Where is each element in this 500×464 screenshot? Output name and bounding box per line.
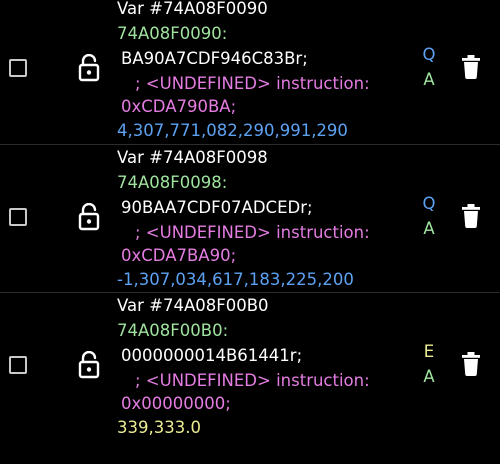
variable-comment-value: 0xCDA7BA90; [121, 246, 237, 265]
address-mode-flag[interactable]: A [421, 366, 437, 388]
variable-value: 339,333.0 [117, 418, 201, 437]
trash-icon[interactable] [462, 352, 480, 376]
variable-value: -1,307,034,617,183,225,200 [117, 270, 354, 289]
variable-address: 74A08F00B0: [117, 321, 229, 340]
checkbox-icon[interactable] [9, 59, 27, 77]
lock-open-icon[interactable] [77, 351, 101, 379]
variable-comment-value: 0xCDA790BA; [121, 97, 237, 116]
variable-opcode: 0000000014B61441r; [121, 346, 303, 365]
variable-row[interactable]: Var #74A08F0098 74A08F0098: 90BAA7CDF07A… [0, 145, 500, 293]
trash-icon[interactable] [462, 55, 480, 79]
variable-title: Var #74A08F00B0 [117, 296, 269, 315]
checkbox-icon[interactable] [9, 356, 27, 374]
variable-comment: ; <UNDEFINED> instruction: [135, 371, 370, 390]
variable-title: Var #74A08F0090 [117, 0, 268, 18]
variable-comment: ; <UNDEFINED> instruction: [135, 223, 370, 242]
variable-title: Var #74A08F0098 [117, 148, 268, 167]
address-mode-flag[interactable]: A [421, 69, 437, 91]
variable-comment-value: 0x00000000; [121, 394, 231, 413]
variable-address: 74A08F0090: [117, 24, 228, 43]
lock-open-icon[interactable] [77, 203, 101, 231]
variable-address: 74A08F0098: [117, 173, 228, 192]
variable-row[interactable]: Var #74A08F00B0 74A08F00B0: 0000000014B6… [0, 293, 500, 441]
value-type-flag[interactable]: Q [421, 44, 437, 66]
lock-open-icon[interactable] [77, 54, 101, 82]
variable-opcode: BA90A7CDF946C83Br; [121, 49, 308, 68]
trash-icon[interactable] [462, 204, 480, 228]
variable-opcode: 90BAA7CDF07ADCEDr; [121, 198, 313, 217]
variable-list: Var #74A08F0090 74A08F0090: BA90A7CDF946… [0, 0, 500, 464]
variable-value: 4,307,771,082,290,991,290 [117, 121, 348, 140]
variable-comment: ; <UNDEFINED> instruction: [135, 74, 370, 93]
variable-row[interactable]: Var #74A08F0090 74A08F0090: BA90A7CDF946… [0, 0, 500, 144]
value-type-flag[interactable]: Q [421, 193, 437, 215]
value-type-flag[interactable]: E [421, 341, 437, 363]
address-mode-flag[interactable]: A [421, 218, 437, 240]
checkbox-icon[interactable] [9, 208, 27, 226]
